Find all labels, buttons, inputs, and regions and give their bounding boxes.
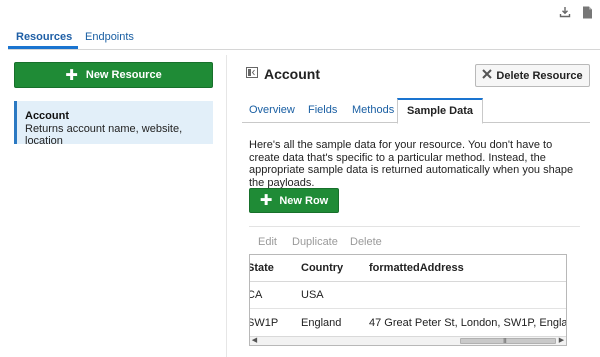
table-row[interactable]: CA USA	[250, 282, 566, 309]
document-icon[interactable]	[580, 5, 594, 19]
new-row-label: New Row	[279, 194, 329, 207]
new-row-button[interactable]: ✚ New Row	[249, 188, 339, 213]
sample-data-grid: State Country formattedAddress CA USA SW…	[249, 254, 567, 346]
edit-button[interactable]: Edit	[258, 236, 277, 248]
panel-divider	[226, 55, 227, 357]
detail-header: Account	[246, 66, 320, 82]
plus-icon: ✚	[259, 192, 273, 209]
tab-overview[interactable]: Overview	[249, 98, 295, 123]
detail-tab-bar: Overview Fields Methods Sample Data	[242, 98, 590, 124]
scroll-right-icon[interactable]: ▶	[557, 337, 566, 345]
delete-resource-label: Delete Resource	[496, 69, 583, 82]
column-header-formatted-address[interactable]: formattedAddress	[369, 255, 464, 282]
table-row[interactable]: SW1P England 47 Great Peter St, London, …	[250, 309, 566, 338]
tab-endpoints[interactable]: Endpoints	[85, 31, 134, 43]
scrollbar-thumb[interactable]: III	[460, 338, 556, 345]
close-icon	[482, 69, 493, 82]
resource-description: Returns account name, website, location	[25, 123, 183, 147]
tab-methods[interactable]: Methods	[352, 98, 394, 123]
cell-state[interactable]: CA	[250, 282, 262, 309]
cell-state[interactable]: SW1P	[250, 309, 278, 338]
column-header-state[interactable]: State	[250, 255, 274, 282]
scroll-grip: III	[503, 338, 507, 345]
horizontal-scrollbar[interactable]: ◀ III ▶	[250, 336, 566, 345]
resource-sidebar: ✚ New Resource Account Returns account n…	[14, 62, 213, 147]
top-tab-bar: Resources Endpoints	[8, 26, 600, 50]
active-tab-indicator	[8, 46, 78, 49]
tab-sample-data[interactable]: Sample Data	[397, 98, 484, 124]
column-header-country[interactable]: Country	[301, 255, 343, 282]
sample-data-description: Here's all the sample data for your reso…	[249, 139, 574, 189]
new-resource-label: New Resource	[85, 69, 162, 81]
new-resource-button[interactable]: ✚ New Resource	[14, 62, 213, 88]
scroll-left-icon[interactable]: ◀	[250, 337, 259, 345]
delete-resource-button[interactable]: Delete Resource	[475, 64, 590, 87]
tab-resources[interactable]: Resources	[16, 31, 72, 43]
cell-country[interactable]: USA	[301, 282, 324, 309]
grid-header-row: State Country formattedAddress	[250, 255, 566, 282]
top-icons	[558, 5, 594, 19]
cell-country[interactable]: England	[301, 309, 341, 338]
duplicate-button[interactable]: Duplicate	[292, 236, 338, 248]
collapse-panel-icon[interactable]	[246, 67, 258, 81]
plus-icon: ✚	[65, 66, 78, 84]
delete-row-button[interactable]: Delete	[350, 236, 382, 248]
resource-title: Account	[264, 66, 320, 82]
resource-name: Account	[25, 110, 69, 122]
cell-formatted-address[interactable]: 47 Great Peter St, London, SW1P, England	[369, 309, 566, 338]
sidebar-item-account[interactable]: Account Returns account name, website, l…	[14, 101, 213, 147]
download-icon[interactable]	[558, 5, 572, 19]
grid-toolbar: Edit Duplicate Delete	[249, 226, 580, 254]
tab-fields[interactable]: Fields	[308, 98, 337, 123]
